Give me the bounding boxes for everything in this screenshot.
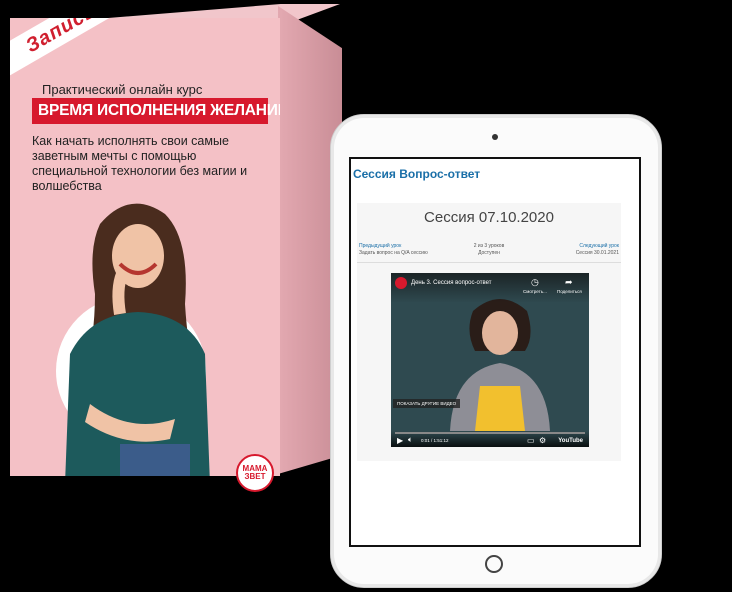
course-title: ВРЕМЯ ИСПОЛНЕНИЯ ЖЕЛАНИЙ [38,102,280,119]
next-lesson-label[interactable]: Следующий урок [576,243,619,250]
video-progress-bar[interactable] [395,432,585,434]
box-front: Запись Практический онлайн курс ВРЕМЯ ИС… [10,18,280,476]
video-time: 0:01 / 1:51:12 [421,438,449,443]
settings-icon[interactable]: ⚙ [539,436,546,445]
lesson-panel: Сессия 07.10.2020 Предыдущий урок Задать… [357,203,621,461]
tablet-screen: Сессия Вопрос-ответ Сессия 07.10.2020 Пр… [349,157,641,547]
session-heading: Сессия 07.10.2020 [424,209,554,226]
more-videos-button[interactable]: ПОКАЗАТЬ ДРУГИЕ ВИДЕО [393,399,461,408]
watch-later-label[interactable]: Смотреть... [523,289,547,294]
page-title: Сессия Вопрос-ответ [353,167,481,181]
volume-icon[interactable]: 🔈︎ [408,435,413,445]
tablet-device: Сессия Вопрос-ответ Сессия 07.10.2020 Пр… [330,114,662,588]
captions-icon[interactable]: ▭ [527,436,535,445]
video-player[interactable]: День 3. Сессия вопрос-ответ ◷ Смотреть..… [391,273,589,447]
next-lesson[interactable]: Следующий урок Сессия 30.01.2021 [576,243,619,257]
course-subtitle: Практический онлайн курс [42,82,203,97]
presenter-photo [65,203,210,476]
home-button[interactable] [485,555,503,573]
recording-ribbon: Запись [10,18,143,84]
logo-line-2: ЗВЕТ [244,472,266,481]
video-title[interactable]: День 3. Сессия вопрос-ответ [411,280,491,286]
camera-icon [492,134,498,140]
share-icon[interactable]: ➦ [565,277,573,288]
divider [357,262,621,263]
youtube-logo[interactable]: YouTube [558,438,583,444]
next-lesson-text: Сессия 30.01.2021 [575,250,619,256]
course-title-bar: ВРЕМЯ ИСПОЛНЕНИЯ ЖЕЛАНИЙ [32,98,280,124]
channel-avatar[interactable] [395,277,407,289]
course-description: Как начать исполнять свои самые заветным… [32,134,248,193]
play-icon[interactable]: ▶ [397,436,403,445]
video-top-bar [391,273,589,303]
video-person [450,299,550,431]
share-label[interactable]: Поделиться [557,289,582,294]
recording-badge: Запись [21,18,100,57]
clock-icon[interactable]: ◷ [531,277,539,288]
brand-logo: МАМА ЗВЕТ [236,454,274,492]
